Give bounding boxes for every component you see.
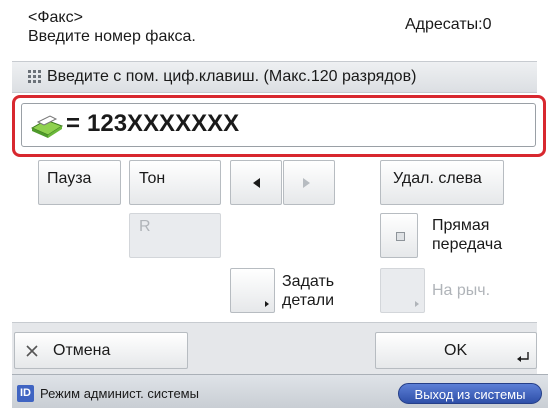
pause-button[interactable]: Пауза — [38, 160, 121, 205]
mode-title: <Факс> — [28, 9, 83, 26]
on-hook-button[interactable] — [380, 268, 425, 313]
cancel-label: Отмена — [53, 342, 111, 359]
set-details-label: Задать — [282, 273, 335, 290]
close-icon — [26, 345, 38, 357]
keypad-icon — [28, 70, 41, 83]
arrow-left-icon — [253, 178, 260, 188]
enter-arrow-icon — [517, 352, 529, 362]
r-button[interactable]: R — [129, 213, 221, 258]
set-details-label: детали — [282, 292, 335, 309]
tone-button[interactable]: Тон — [129, 160, 221, 205]
direct-send-label: передача — [432, 236, 503, 253]
hint-text: Введите с пом. циф.клавиш. (Макс.120 раз… — [47, 68, 417, 85]
checkbox-icon — [396, 232, 405, 241]
cancel-button[interactable]: Отмена — [14, 332, 188, 369]
ok-label: OK — [444, 342, 468, 359]
id-badge-icon: ID — [17, 385, 34, 402]
instruction-text: Введите номер факса. — [28, 28, 196, 45]
r-label: R — [139, 218, 151, 235]
on-hook-label: На рыч. — [432, 282, 491, 299]
cursor-right-button[interactable] — [283, 160, 335, 205]
admin-mode-text: Режим админист. системы — [40, 386, 199, 401]
direct-send-label: Прямая — [432, 217, 490, 234]
field-prefix: = — [66, 110, 81, 137]
logout-button[interactable]: Выход из системы — [398, 383, 542, 404]
fax-icon — [30, 115, 64, 138]
ok-button[interactable]: OK — [375, 332, 537, 369]
set-details-button[interactable] — [230, 268, 275, 313]
delete-left-button[interactable]: Удал. слева — [380, 160, 504, 205]
destinations-count: Адресаты:0 — [405, 16, 492, 33]
delete-left-label: Удал. слева — [393, 170, 482, 187]
cursor-left-button[interactable] — [230, 160, 282, 205]
corner-arrow-icon — [415, 301, 419, 307]
arrow-right-icon — [303, 178, 310, 188]
pause-label: Пауза — [47, 170, 92, 187]
fax-number-value: 123XXXXXXX — [87, 110, 240, 137]
tone-label: Тон — [139, 170, 166, 187]
corner-arrow-icon — [265, 301, 269, 307]
